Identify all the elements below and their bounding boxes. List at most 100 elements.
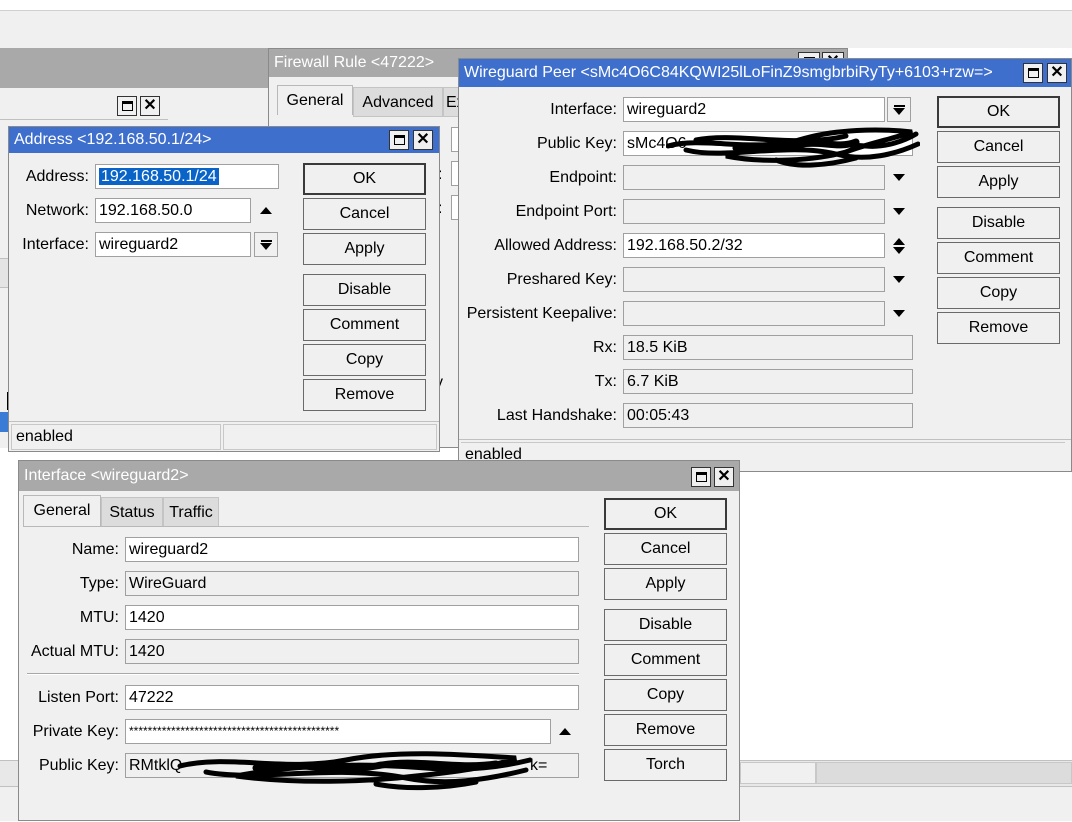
- iface-copy-button[interactable]: Copy: [604, 679, 727, 711]
- iface-cancel-button[interactable]: Cancel: [604, 533, 727, 565]
- peer-interface-select[interactable]: wireguard2: [623, 97, 885, 122]
- peer-public-key-input[interactable]: sMc4O6: [623, 131, 913, 156]
- iface-private-key-label: Private Key:: [32, 723, 119, 740]
- bg-close-button[interactable]: ✕: [140, 96, 160, 116]
- peer-allowed-address-input[interactable]: 192.168.50.2/32: [623, 233, 885, 258]
- interface-maximize-button[interactable]: [691, 467, 711, 487]
- iface-name-input[interactable]: wireguard2: [125, 537, 579, 562]
- peer-interface-dropdown-button[interactable]: [887, 97, 911, 122]
- iface-mtu-input[interactable]: 1420: [125, 605, 579, 630]
- iface-torch-button[interactable]: Torch: [604, 749, 727, 781]
- network-input[interactable]: 192.168.50.0: [95, 198, 251, 223]
- interface-title: Interface <wireguard2>: [24, 467, 189, 484]
- maximize-icon: [393, 135, 405, 145]
- address-status-extra: [223, 424, 437, 450]
- bg-list-row[interactable]: [0, 392, 8, 410]
- peer-keepalive-input[interactable]: [623, 301, 885, 326]
- peer-preshared-key-expand-button[interactable]: [887, 267, 911, 292]
- peer-preshared-key-input[interactable]: [623, 267, 885, 292]
- peer-ok-button[interactable]: OK: [937, 96, 1060, 128]
- peer-disable-button[interactable]: Disable: [937, 207, 1060, 239]
- iface-private-key-input[interactable]: ****************************************…: [125, 719, 551, 744]
- peer-last-handshake-value: 00:05:43: [623, 403, 913, 428]
- arrow-up-icon: [893, 237, 905, 245]
- address-apply-button[interactable]: Apply: [303, 233, 426, 265]
- address-title: Address <192.168.50.1/24>: [14, 131, 212, 148]
- peer-title: Wireguard Peer <sMc4O6C84KQWI25lLoFinZ9s…: [464, 64, 993, 81]
- bg-bottom-cell-2: [816, 762, 1072, 784]
- peer-titlebar[interactable]: Wireguard Peer <sMc4O6C84KQWI25lLoFinZ9s…: [459, 59, 1071, 87]
- iface-public-key-value: RMtklQ k=: [125, 753, 579, 778]
- peer-last-handshake-label: Last Handshake:: [496, 407, 617, 424]
- peer-endpoint-port-expand-button[interactable]: [887, 199, 911, 224]
- firewall-rule-title: Firewall Rule <47222>: [274, 54, 435, 71]
- interface-tab-status[interactable]: Status: [101, 497, 163, 527]
- peer-public-key-label: Public Key:: [536, 135, 617, 152]
- address-ok-button[interactable]: OK: [303, 163, 426, 195]
- address-value: 192.168.50.1/24: [99, 168, 219, 185]
- firewall-tab-advanced[interactable]: Advanced: [353, 87, 443, 117]
- address-comment-button[interactable]: Comment: [303, 309, 426, 341]
- peer-apply-button[interactable]: Apply: [937, 166, 1060, 198]
- address-remove-button[interactable]: Remove: [303, 379, 426, 411]
- peer-endpoint-port-input[interactable]: [623, 199, 885, 224]
- iface-public-key-text: RMtklQ: [129, 757, 183, 774]
- peer-keepalive-label: Persistent Keepalive:: [466, 305, 617, 322]
- address-input[interactable]: 192.168.50.1/24: [95, 164, 279, 189]
- network-label: Network:: [25, 202, 89, 219]
- peer-endpoint-label: Endpoint:: [549, 169, 617, 186]
- peer-maximize-button[interactable]: [1023, 63, 1043, 83]
- iface-remove-button[interactable]: Remove: [604, 714, 727, 746]
- iface-disable-button[interactable]: Disable: [604, 609, 727, 641]
- address-window: Address <192.168.50.1/24> ✕ Address: 192…: [8, 126, 440, 452]
- iface-private-key-toggle-button[interactable]: [553, 719, 577, 744]
- close-icon: ✕: [717, 468, 731, 485]
- firewall-tab-general[interactable]: General: [277, 85, 353, 115]
- peer-copy-button[interactable]: Copy: [937, 277, 1060, 309]
- address-copy-button[interactable]: Copy: [303, 344, 426, 376]
- peer-interface-label: Interface:: [550, 101, 617, 118]
- address-titlebar[interactable]: Address <192.168.50.1/24>: [9, 127, 439, 153]
- close-icon: ✕: [416, 131, 430, 148]
- address-maximize-button[interactable]: [389, 130, 409, 150]
- iface-ok-button[interactable]: OK: [604, 498, 727, 530]
- peer-cancel-button[interactable]: Cancel: [937, 131, 1060, 163]
- interface-dropdown-button[interactable]: [254, 232, 278, 257]
- bg-list-row-selected[interactable]: [0, 412, 8, 432]
- peer-remove-button[interactable]: Remove: [937, 312, 1060, 344]
- peer-endpoint-expand-button[interactable]: [887, 165, 911, 190]
- iface-mtu-label: MTU:: [79, 609, 119, 626]
- peer-preshared-key-label: Preshared Key:: [506, 271, 617, 288]
- arrow-down-icon: [260, 242, 272, 250]
- network-collapse-button[interactable]: [254, 198, 278, 223]
- interface-titlebar[interactable]: Interface <wireguard2>: [19, 461, 739, 491]
- peer-close-button[interactable]: ✕: [1047, 63, 1067, 83]
- peer-allowed-address-updown-button[interactable]: [887, 233, 911, 258]
- arrow-down-icon: [893, 107, 905, 115]
- peer-endpoint-port-label: Endpoint Port:: [515, 203, 617, 220]
- address-cancel-button[interactable]: Cancel: [303, 198, 426, 230]
- address-disable-button[interactable]: Disable: [303, 274, 426, 306]
- arrow-down-icon: [893, 310, 905, 317]
- iface-listen-port-label: Listen Port:: [38, 689, 119, 706]
- address-close-button[interactable]: ✕: [413, 130, 433, 150]
- interface-select[interactable]: wireguard2: [95, 232, 251, 257]
- iface-comment-button[interactable]: Comment: [604, 644, 727, 676]
- peer-comment-button[interactable]: Comment: [937, 242, 1060, 274]
- interface-tab-general[interactable]: General: [23, 495, 101, 527]
- iface-section-divider: [27, 673, 579, 675]
- iface-public-key-label: Public Key:: [38, 757, 119, 774]
- interface-label: Interface:: [22, 236, 89, 253]
- peer-keepalive-expand-button[interactable]: [887, 301, 911, 326]
- iface-apply-button[interactable]: Apply: [604, 568, 727, 600]
- interface-close-button[interactable]: ✕: [714, 467, 734, 487]
- close-icon: ✕: [143, 97, 157, 114]
- iface-listen-port-input[interactable]: 47222: [125, 685, 579, 710]
- maximize-icon: [121, 101, 133, 111]
- interface-tab-traffic[interactable]: Traffic: [163, 497, 219, 527]
- dropdown-bar-icon: [893, 104, 905, 107]
- dropdown-bar-icon: [260, 239, 272, 242]
- bg-maximize-button[interactable]: [117, 96, 137, 116]
- peer-endpoint-input[interactable]: [623, 165, 885, 190]
- arrow-down-icon: [893, 174, 905, 181]
